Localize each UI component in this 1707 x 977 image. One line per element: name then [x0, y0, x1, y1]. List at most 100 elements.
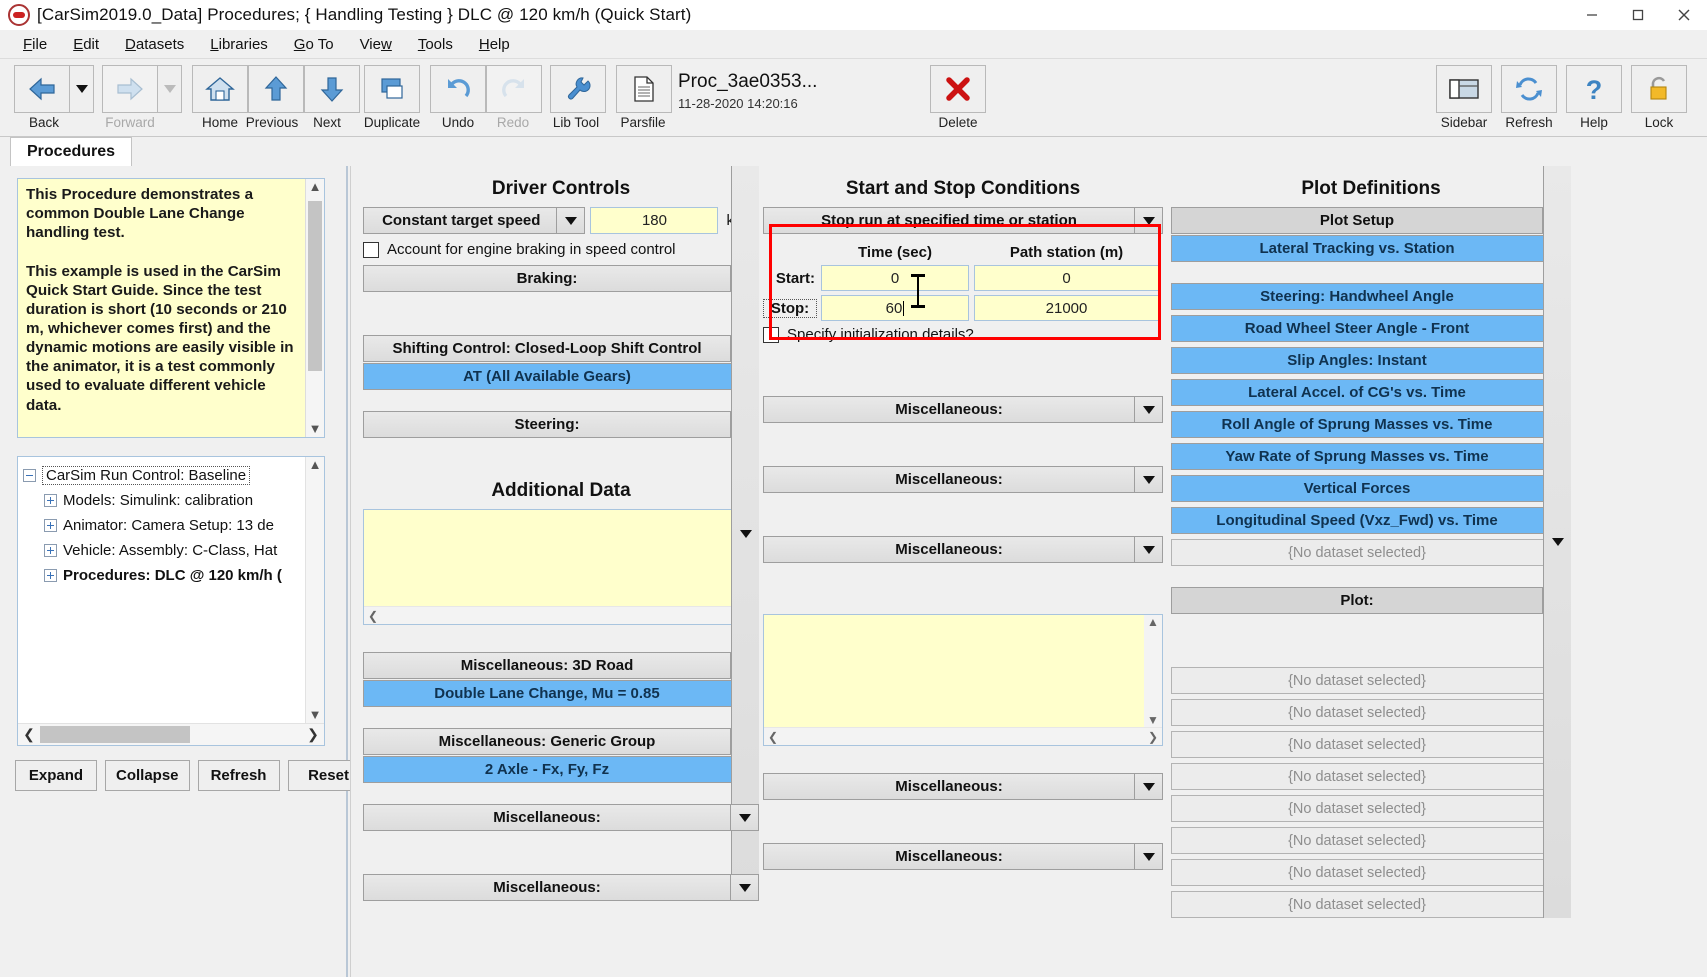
expand-button[interactable]: Expand	[15, 760, 97, 791]
stop-time-input[interactable]: 60	[821, 295, 969, 321]
duplicate-button[interactable]	[364, 65, 420, 113]
chevron-down-icon[interactable]	[1134, 844, 1162, 869]
refresh-tree-button[interactable]: Refresh	[197, 760, 280, 791]
misc-dropdown-d[interactable]: Miscellaneous:	[763, 773, 1163, 800]
scroll-right-icon[interactable]: ❯	[1148, 730, 1158, 744]
tree-item-animator[interactable]: Animator: Camera Setup: 13 de	[23, 513, 305, 538]
misc-3d-road-dropdown[interactable]: Miscellaneous: 3D Road	[363, 652, 759, 679]
forward-dropdown-button[interactable]	[158, 65, 182, 113]
textarea-horizontal-scrollbar[interactable]: ❮ ❯	[364, 606, 758, 624]
plot-bottom-dropdown-0[interactable]: {No dataset selected}	[1171, 166, 1571, 918]
help-button[interactable]: ?	[1566, 65, 1622, 113]
misc-dropdown-3[interactable]: Miscellaneous:	[363, 804, 759, 831]
misc-dropdown-c[interactable]: Miscellaneous:	[763, 536, 1163, 563]
menu-tools[interactable]: Tools	[405, 34, 466, 55]
start-time-input[interactable]: 0	[821, 265, 969, 291]
scroll-right-icon[interactable]: ❯	[302, 726, 324, 743]
expand-icon[interactable]	[44, 494, 57, 507]
tree-vertical-scrollbar[interactable]: ▲ ▼	[305, 457, 324, 723]
menu-view[interactable]: View	[347, 34, 405, 55]
misc-generic-group-dropdown[interactable]: Miscellaneous: Generic Group	[363, 728, 759, 755]
back-dropdown-button[interactable]	[70, 65, 94, 113]
expand-icon[interactable]	[44, 544, 57, 557]
tab-procedures[interactable]: Procedures	[10, 137, 133, 166]
scroll-left-icon[interactable]: ❮	[768, 730, 778, 744]
chevron-down-icon[interactable]	[1543, 166, 1571, 918]
tree-item-procedures[interactable]: Procedures: DLC @ 120 km/h (	[23, 563, 305, 588]
tree-item-run-control[interactable]: CarSim Run Control: Baseline	[23, 463, 305, 488]
refresh-button[interactable]	[1501, 65, 1557, 113]
scroll-down-icon[interactable]: ▼	[1147, 713, 1159, 727]
speed-mode-dropdown[interactable]: Constant target speed	[363, 207, 586, 234]
additional-data-textarea[interactable]: ▲ ▼ ❮ ❯	[363, 509, 759, 625]
menu-datasets[interactable]: Datasets	[112, 34, 197, 55]
scroll-up-icon[interactable]: ▲	[309, 457, 322, 473]
plot-item-dropdown-7[interactable]: Vertical Forces	[1171, 166, 1571, 918]
collapse-button[interactable]: Collapse	[105, 760, 190, 791]
engine-braking-row[interactable]: Account for engine braking in speed cont…	[363, 241, 759, 258]
plot-item-dropdown-1[interactable]: Steering: Handwheel Angle	[1171, 166, 1571, 918]
chevron-down-icon[interactable]	[731, 166, 759, 901]
init-details-row[interactable]: Specify initialization details?	[763, 326, 1163, 343]
menu-file[interactable]: File	[10, 34, 60, 55]
plot-bottom-dropdown-3[interactable]: {No dataset selected}	[1171, 166, 1571, 918]
scroll-left-icon[interactable]: ❮	[18, 726, 40, 743]
shifting-control-dropdown[interactable]: Shifting Control: Closed-Loop Shift Cont…	[363, 335, 759, 362]
plot-bottom-dropdown-4[interactable]: {No dataset selected}	[1171, 166, 1571, 918]
menu-libraries[interactable]: Libraries	[197, 34, 281, 55]
misc-3d-road-value-dropdown[interactable]: Double Lane Change, Mu = 0.85	[363, 166, 759, 901]
home-button[interactable]	[192, 65, 248, 113]
scroll-thumb[interactable]	[308, 201, 322, 371]
plot-item-dropdown-6[interactable]: Yaw Rate of Sprung Masses vs. Time	[1171, 166, 1571, 918]
menu-edit[interactable]: Edit	[60, 34, 112, 55]
scroll-left-icon[interactable]: ❮	[368, 609, 378, 623]
scroll-down-icon[interactable]: ▼	[309, 421, 322, 437]
stop-station-input[interactable]: 21000	[974, 295, 1159, 321]
plot-item-dropdown-3[interactable]: Slip Angles: Instant	[1171, 166, 1571, 918]
shifting-value-dropdown[interactable]: AT (All Available Gears)	[363, 363, 759, 390]
plot-item-dropdown-0[interactable]: Lateral Tracking vs. Station	[1171, 166, 1571, 918]
forward-button[interactable]	[102, 65, 158, 113]
braking-dropdown[interactable]: Braking:	[363, 265, 759, 292]
chevron-down-icon[interactable]	[1134, 467, 1162, 492]
plot-header-dropdown[interactable]: Plot:	[1171, 587, 1571, 614]
next-button[interactable]	[304, 65, 360, 113]
description-scrollbar[interactable]: ▲ ▼	[305, 179, 324, 437]
chevron-down-icon[interactable]	[1134, 537, 1162, 562]
menu-help[interactable]: Help	[466, 34, 523, 55]
target-speed-input[interactable]: 180	[590, 207, 719, 234]
plot-bottom-dropdown-5[interactable]: {No dataset selected}	[1171, 166, 1571, 918]
scroll-up-icon[interactable]: ▲	[309, 179, 322, 195]
lib-tool-button[interactable]	[550, 65, 606, 113]
stop-mode-dropdown[interactable]: Stop run at specified time or station	[763, 207, 1163, 234]
undo-button[interactable]	[430, 65, 486, 113]
plot-item-dropdown-8[interactable]: Longitudinal Speed (Vxz_Fwd) vs. Time	[1171, 166, 1571, 918]
delete-button[interactable]	[930, 65, 986, 113]
scroll-down-icon[interactable]: ▼	[309, 707, 322, 723]
tree-horizontal-scrollbar[interactable]: ❮ ❯	[18, 723, 324, 745]
plot-bottom-dropdown-7[interactable]: {No dataset selected}	[1171, 166, 1571, 918]
previous-button[interactable]	[248, 65, 304, 113]
chevron-down-icon[interactable]	[1134, 774, 1162, 799]
textarea-vertical-scrollbar[interactable]: ▲ ▼	[1144, 615, 1162, 727]
plot-bottom-dropdown-6[interactable]: {No dataset selected}	[1171, 166, 1571, 918]
collapse-icon[interactable]	[23, 469, 36, 482]
tree-item-vehicle[interactable]: Vehicle: Assembly: C-Class, Hat	[23, 538, 305, 563]
sidebar-toggle-button[interactable]	[1436, 65, 1492, 113]
chevron-down-icon[interactable]	[1134, 397, 1162, 422]
plot-item-dropdown-9[interactable]: {No dataset selected}	[1171, 539, 1571, 566]
engine-braking-checkbox[interactable]	[363, 241, 379, 258]
lock-button[interactable]	[1631, 65, 1687, 113]
scroll-thumb[interactable]	[40, 726, 190, 743]
expand-icon[interactable]	[44, 519, 57, 532]
minimize-button[interactable]	[1569, 0, 1615, 30]
back-button[interactable]	[14, 65, 70, 113]
misc-dropdown-e[interactable]: Miscellaneous:	[763, 843, 1163, 870]
chevron-down-icon[interactable]	[730, 805, 758, 830]
start-station-input[interactable]: 0	[974, 265, 1159, 291]
scroll-up-icon[interactable]: ▲	[1147, 615, 1159, 629]
parsfile-button[interactable]	[616, 65, 672, 113]
chevron-down-icon[interactable]	[1134, 208, 1162, 233]
init-details-checkbox[interactable]	[763, 326, 779, 343]
chevron-down-icon[interactable]	[556, 208, 585, 233]
